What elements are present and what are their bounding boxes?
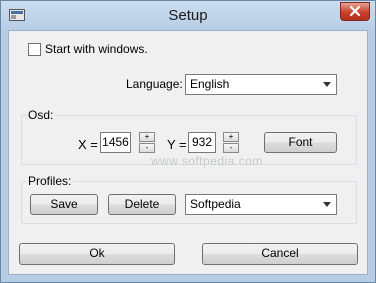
ok-button[interactable]: Ok (19, 243, 175, 265)
softpedia-watermark: www.softpedia.com (151, 154, 263, 168)
close-icon (349, 5, 361, 17)
x-decrement-button[interactable]: - (139, 143, 155, 153)
font-button[interactable]: Font (264, 132, 337, 153)
profile-select-value: Softpedia (190, 197, 241, 211)
delete-button[interactable]: Delete (108, 194, 176, 215)
chevron-down-icon (323, 202, 331, 207)
setup-window: Setup Start with windows. Language: Engl… (0, 0, 376, 283)
language-select-value: English (190, 77, 230, 91)
save-button[interactable]: Save (30, 194, 98, 215)
y-increment-button[interactable]: + (223, 132, 239, 142)
language-label: Language: (126, 77, 183, 91)
cancel-button[interactable]: Cancel (202, 243, 358, 265)
start-with-windows-checkbox[interactable] (28, 43, 41, 56)
title-bar[interactable]: Setup (1, 1, 375, 31)
profiles-legend: Profiles: (26, 174, 74, 188)
y-decrement-button[interactable]: - (223, 143, 239, 153)
x-position-input[interactable]: 1456 (100, 132, 131, 153)
dialog-client-area: Start with windows. Language: English Os… (8, 30, 368, 275)
x-increment-button[interactable]: + (139, 132, 155, 142)
language-select[interactable]: English (185, 74, 337, 95)
start-with-windows-label[interactable]: Start with windows. (45, 42, 148, 56)
y-spinner[interactable]: + - (223, 132, 239, 153)
profile-select[interactable]: Softpedia (185, 194, 337, 215)
osd-legend: Osd: (26, 108, 56, 122)
close-button[interactable] (340, 2, 370, 21)
x-label: X = (78, 137, 98, 152)
window-title: Setup (168, 7, 208, 24)
y-label: Y = (167, 137, 187, 152)
chevron-down-icon (323, 82, 331, 87)
y-position-input[interactable]: 932 (188, 132, 216, 153)
x-spinner[interactable]: + - (139, 132, 155, 153)
